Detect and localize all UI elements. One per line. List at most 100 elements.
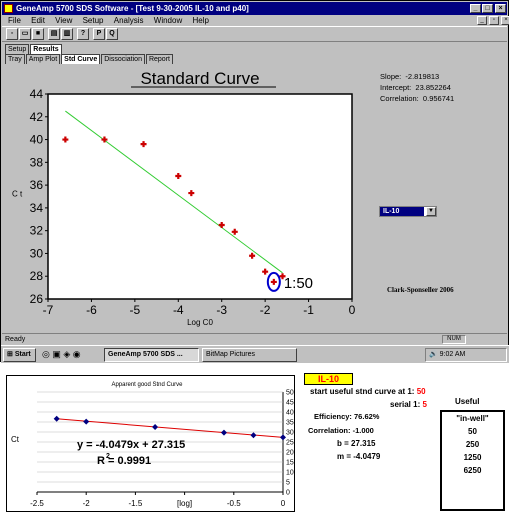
plot-area bbox=[47, 93, 353, 300]
r-squared-superscript: 2 bbox=[106, 453, 110, 460]
q-button[interactable]: Q bbox=[106, 28, 118, 40]
x-tick-label: -2 bbox=[260, 303, 271, 317]
summary-panel: IL-10 start useful stnd curve at 1: 50 s… bbox=[300, 370, 509, 513]
new-file-icon[interactable]: ▫ bbox=[6, 28, 18, 40]
y-tick-label: 10 bbox=[286, 470, 294, 477]
x-tick-label: -1.5 bbox=[129, 499, 143, 508]
detector-select[interactable]: IL-10 ▼ bbox=[379, 206, 437, 217]
fit-line bbox=[56, 418, 284, 438]
y-tick-label: 0 bbox=[286, 490, 290, 497]
tab-tray[interactable]: Tray bbox=[5, 54, 25, 64]
apparent-good-curve-chart: Apparent good Stnd Curve0510152025303540… bbox=[11, 382, 294, 508]
b-value-text: b = 27.315 bbox=[337, 439, 376, 448]
y-tick-label: 40 bbox=[30, 133, 44, 147]
chart-title: Standard Curve bbox=[140, 69, 259, 88]
data-point bbox=[250, 432, 257, 439]
regression-equation: y = -4.0479x + 27.315 bbox=[77, 439, 185, 451]
menu-analysis[interactable]: Analysis bbox=[114, 16, 144, 25]
tabs-row-2: Tray Amp Plot Std Curve Dissociation Report bbox=[5, 54, 174, 64]
y-tick-label: 32 bbox=[30, 224, 44, 238]
y-tick-label: 42 bbox=[30, 110, 44, 124]
x-tick-label: -3 bbox=[216, 303, 227, 317]
y-tick-label: 15 bbox=[286, 460, 294, 467]
data-point bbox=[152, 424, 159, 430]
x-tick-label: -0.5 bbox=[227, 499, 241, 508]
il10-label-box: IL-10 bbox=[304, 373, 353, 385]
y-tick-label: 20 bbox=[286, 450, 294, 457]
print-icon[interactable]: ▥ bbox=[61, 28, 73, 40]
slope-text: Slope: -2.819813 bbox=[380, 72, 440, 81]
start-button[interactable]: ⊞ Start bbox=[3, 348, 36, 362]
y-tick-label: 44 bbox=[30, 87, 44, 101]
menu-edit[interactable]: Edit bbox=[31, 16, 45, 25]
std-curve-plot-frame: Standard Curve 26 28 30 32 34 36 38 40 42 44 -7 -6 -5… bbox=[6, 64, 368, 329]
detector-select-value: IL-10 bbox=[380, 207, 424, 216]
menu-help[interactable]: Help bbox=[192, 16, 208, 25]
x-axis-label: Log C0 bbox=[187, 318, 213, 327]
x-tick-label: [log] bbox=[177, 499, 192, 508]
sds-software-window: GeneAmp 5700 SDS Software - [Test 9-30-2… bbox=[0, 0, 509, 363]
x-tick-label: -6 bbox=[86, 303, 97, 317]
menu-view[interactable]: View bbox=[55, 16, 72, 25]
apparent-good-curve-chart-frame: Apparent good Stnd Curve 0 5 10 15 20 25 30 35 40… bbox=[6, 375, 295, 512]
y-tick-label: 25 bbox=[286, 440, 294, 447]
std-curve-chart: Standard Curve 26 28 30 32 34 36 38 40 42 44 -7 -6 -5… bbox=[12, 69, 356, 327]
mdi-minimize-button[interactable]: _ bbox=[477, 16, 487, 25]
taskbar-item-bitmap-label: BitMap Pictures bbox=[206, 351, 256, 358]
system-tray: 🔊 9:02 AM bbox=[425, 348, 507, 362]
menu-setup[interactable]: Setup bbox=[83, 16, 104, 25]
useful-dilutions-box: "in-well" 50 250 1250 6250 bbox=[440, 410, 505, 511]
useful-item: 1250 bbox=[463, 453, 482, 462]
y-tick-label: 35 bbox=[286, 420, 294, 427]
save-icon[interactable]: ■ bbox=[32, 28, 44, 40]
lower-chart-title: Apparent good Stnd Curve bbox=[111, 382, 183, 388]
menu-file[interactable]: File bbox=[8, 16, 21, 25]
taskbar-item-geneamp[interactable]: GeneAmp 5700 SDS ... bbox=[104, 348, 199, 362]
lower-y-axis-label: Ct bbox=[11, 435, 20, 444]
tab-amp-plot[interactable]: Amp Plot bbox=[25, 54, 61, 64]
y-tick-label: 38 bbox=[30, 155, 44, 169]
tab-setup[interactable]: Setup bbox=[5, 44, 30, 54]
menu-bar: File Edit View Setup Analysis Window Hel… bbox=[2, 15, 509, 26]
mdi-restore-button[interactable]: ▫ bbox=[489, 16, 499, 25]
y-tick-label: 36 bbox=[30, 178, 44, 192]
start-useful-value: 50 bbox=[416, 387, 426, 396]
taskbar-item-bitmap[interactable]: BitMap Pictures bbox=[202, 348, 297, 362]
useful-item: 6250 bbox=[463, 466, 482, 475]
menu-window[interactable]: Window bbox=[154, 16, 182, 25]
tab-report[interactable]: Report bbox=[145, 54, 173, 64]
correlation-summary-text: Correlation: -1.000 bbox=[308, 426, 374, 435]
y-tick-label: 30 bbox=[286, 430, 294, 437]
efficiency-text: Efficiency: 76.62% bbox=[314, 412, 380, 421]
taskbar: ⊞ Start ◎ ▣ ◈ ◉ GeneAmp 5700 SDS ... Bit… bbox=[1, 345, 509, 363]
chevron-down-icon[interactable]: ▼ bbox=[426, 207, 436, 216]
data-point bbox=[53, 415, 60, 422]
p-button[interactable]: P bbox=[93, 28, 105, 40]
useful-item: 250 bbox=[465, 440, 480, 449]
toolbar: ▫ ▭ ■ ▤ ▥ ? P Q bbox=[2, 26, 507, 42]
minimize-button[interactable]: _ bbox=[470, 4, 481, 13]
quick-launch-icons[interactable]: ◎ ▣ ◈ ◉ bbox=[39, 348, 99, 362]
open-folder-icon[interactable]: ▭ bbox=[19, 28, 31, 40]
tab-std-curve[interactable]: Std Curve bbox=[61, 54, 101, 64]
mdi-close-button[interactable]: × bbox=[501, 16, 509, 25]
serial-value: 5 bbox=[422, 400, 427, 409]
x-tick-label: -2 bbox=[83, 499, 91, 508]
data-point bbox=[83, 418, 90, 425]
dilution-annotation: 1:50 bbox=[284, 275, 313, 292]
print-preview-icon[interactable]: ▤ bbox=[48, 28, 60, 40]
y-axis-label: C t bbox=[12, 190, 23, 199]
x-tick-label: 0 bbox=[349, 303, 356, 317]
x-tick-label: -4 bbox=[173, 303, 184, 317]
serial-line: serial 1: 5 bbox=[390, 400, 427, 409]
x-tick-label: -7 bbox=[43, 303, 54, 317]
y-tick-label: 40 bbox=[286, 410, 294, 417]
serial-label: serial 1: bbox=[390, 400, 421, 409]
tab-results[interactable]: Results bbox=[30, 44, 62, 54]
start-useful-label: start useful stnd curve at 1: bbox=[310, 387, 415, 396]
help-pointer-icon[interactable]: ? bbox=[77, 28, 89, 40]
tab-dissociation[interactable]: Dissociation bbox=[101, 54, 145, 64]
useful-item: 50 bbox=[468, 427, 477, 436]
close-button[interactable]: × bbox=[495, 4, 506, 13]
maximize-button[interactable]: □ bbox=[482, 4, 493, 13]
